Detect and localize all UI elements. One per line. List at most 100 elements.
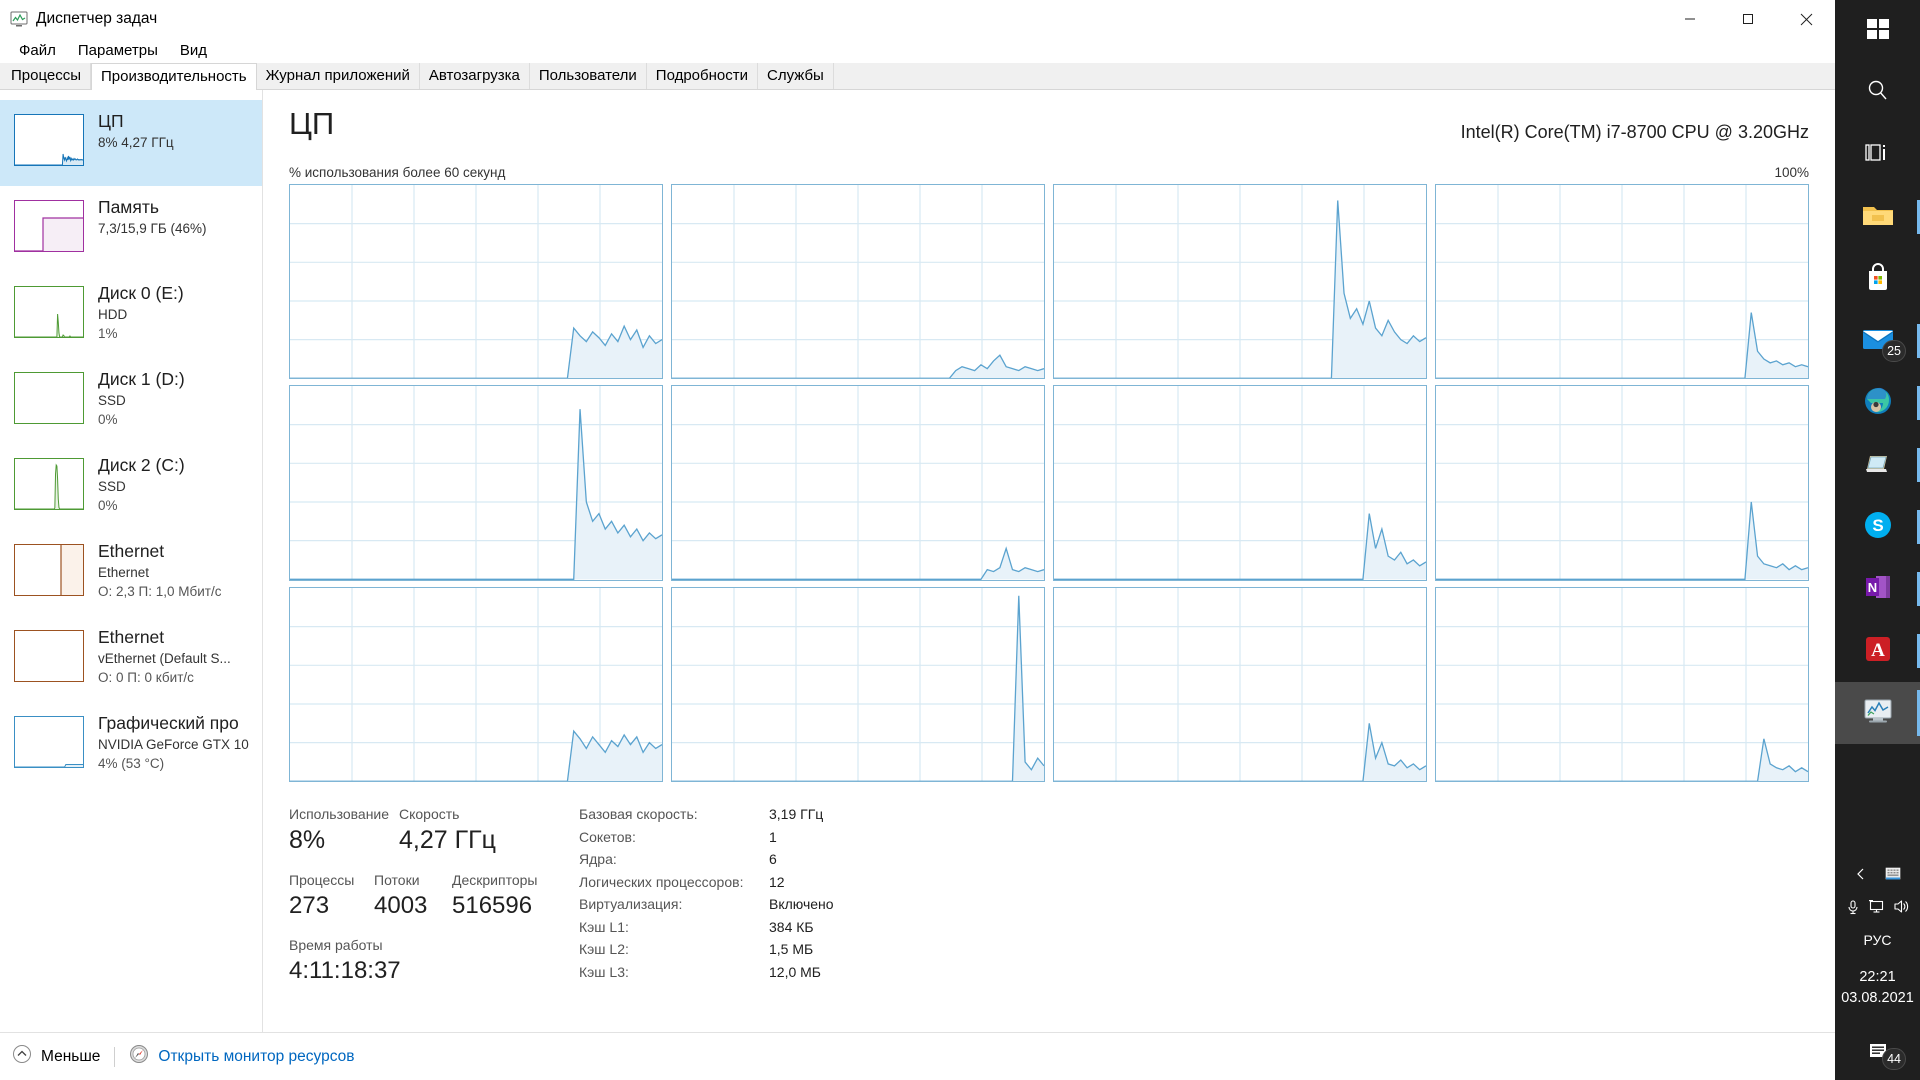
logical-processor-11[interactable] [1435, 586, 1809, 782]
sidebar-sub1-disk-2: SSD [98, 478, 126, 494]
spec-key: Кэш L3: [579, 963, 629, 980]
stat-processes-label: Процессы [289, 872, 355, 889]
clock[interactable]: 22:21 03.08.2021 [1835, 957, 1920, 1023]
sidebar-thumb-disk-1 [14, 372, 84, 424]
logical-processor-3[interactable] [1435, 184, 1809, 380]
sidebar-item-disk-1[interactable]: Диск 1 (D:) SSD 0% [0, 358, 262, 444]
stat-threads-value: 4003 [374, 892, 428, 920]
tab-users[interactable]: Пользователи [529, 63, 647, 89]
taskbar-file-explorer[interactable] [1835, 186, 1920, 248]
stat-processes: Процессы 273 [289, 870, 374, 921]
cpu-spec-list: Базовая скорость: 3,19 ГГц Сокетов: 1 Ядра: 6… [579, 804, 1809, 1032]
speaker-icon[interactable] [1893, 898, 1910, 915]
stat-speed-label: Скорость [399, 806, 460, 822]
logical-processor-0[interactable] [289, 184, 663, 380]
tab-processes[interactable]: Процессы [2, 63, 92, 89]
taskbar-start-button[interactable] [1835, 0, 1920, 62]
graph-max-label: 100% [1774, 165, 1809, 180]
logical-processor-5[interactable] [671, 385, 1045, 581]
sidebar-item-gpu[interactable]: Графический про NVIDIA GeForce GTX 10 4% (… [0, 702, 262, 788]
sidebar-title-vethernet: Ethernet [98, 627, 165, 647]
display-icon[interactable] [1868, 898, 1885, 915]
sidebar-item-memory[interactable]: Память 7,3/15,9 ГБ (46%) [0, 186, 262, 272]
sidebar-item-disk-0[interactable]: Диск 0 (E:) HDD 1% [0, 272, 262, 358]
taskbar-mail[interactable]: 25 [1835, 310, 1920, 372]
logical-processor-10[interactable] [1053, 586, 1427, 782]
taskbar-skype[interactable]: S [1835, 496, 1920, 558]
sidebar-title-cpu: ЦП [98, 111, 124, 131]
taskbar-task-manager[interactable] [1835, 682, 1920, 744]
tab-app-history[interactable]: Журнал приложений [256, 63, 420, 89]
maximize-button[interactable] [1719, 0, 1777, 38]
logical-processor-1[interactable] [671, 184, 1045, 380]
taskbar-microsoft-store[interactable] [1835, 248, 1920, 310]
spec-row: Кэш L3: 12,0 МБ [579, 964, 1809, 980]
stat-row-usage-speed: Использование 8% Скорость 4,27 ГГц [289, 804, 579, 856]
tab-details[interactable]: Подробности [646, 63, 758, 89]
fewer-details-button[interactable]: Меньше [12, 1044, 100, 1069]
sidebar-item-cpu[interactable]: ЦП 8% 4,27 ГГц [0, 100, 262, 186]
action-center-button[interactable]: 44 [1835, 1022, 1920, 1080]
menu-item-view[interactable]: Вид [169, 39, 218, 62]
taskbar-task-view-button[interactable] [1835, 124, 1920, 186]
spec-value: 6 [769, 851, 777, 867]
sidebar-title-disk-0: Диск 0 (E:) [98, 283, 184, 303]
close-button[interactable] [1777, 0, 1835, 38]
open-resource-monitor-link[interactable]: Открыть монитор ресурсов [129, 1044, 355, 1069]
sidebar-thumb-disk-2 [14, 458, 84, 510]
menu-item-options[interactable]: Параметры [67, 39, 169, 62]
spec-key: Виртуализация: [579, 896, 683, 912]
logical-processor-9[interactable] [671, 586, 1045, 782]
logical-processor-2[interactable] [1053, 184, 1427, 380]
sidebar-item-vethernet[interactable]: Ethernet vEthernet (Default S... О: 0 П: 0… [0, 616, 262, 702]
task-view-icon [1864, 140, 1892, 171]
microphone-icon[interactable] [1845, 899, 1861, 915]
taskbar-microsoft-edge[interactable] [1835, 372, 1920, 434]
sidebar-sub1-vethernet: vEthernet (Default S... [98, 650, 231, 666]
sidebar-item-ethernet[interactable]: Ethernet Ethernet О: 2,3 П: 1,0 Мбит/с [0, 530, 262, 616]
spec-key: Ядра: [579, 851, 617, 867]
sidebar-sub1-ethernet: Ethernet [98, 564, 150, 580]
sidebar-title-disk-1: Диск 1 (D:) [98, 369, 185, 389]
tab-performance[interactable]: Производительность [91, 63, 257, 90]
stat-uptime: Время работы 4:11:18:37 [289, 935, 401, 986]
tab-startup[interactable]: Автозагрузка [419, 63, 530, 89]
taskbar-onenote[interactable]: N [1835, 558, 1920, 620]
spec-key: Базовая скорость: [579, 806, 698, 822]
store-bag-icon [1863, 262, 1893, 297]
taskbar-adobe-acrobat[interactable]: A [1835, 620, 1920, 682]
spec-value: 12,0 МБ [769, 963, 821, 980]
language-indicator[interactable]: РУС [1835, 923, 1920, 957]
taskbar-search-button[interactable] [1835, 62, 1920, 124]
logical-processor-8[interactable] [289, 586, 663, 782]
title-bar: Диспетчер задач [0, 0, 1835, 38]
window-body: ЦП 8% 4,27 ГГц Память 7,3/15,9 ГБ (46%) Диск… [0, 90, 1835, 1032]
logical-processor-4[interactable] [289, 385, 663, 581]
sidebar-sub1-gpu: NVIDIA GeForce GTX 10 [98, 736, 249, 752]
menu-item-file[interactable]: Файл [8, 39, 67, 62]
sidebar-sub1-disk-1: SSD [98, 392, 126, 408]
graph-caption: % использования более 60 секунд [289, 165, 506, 180]
edge-icon [1863, 386, 1893, 421]
folder-icon [1861, 201, 1895, 234]
taskbar-sticky-notes[interactable] [1835, 434, 1920, 496]
stat-row-uptime: Время работы 4:11:18:37 [289, 935, 579, 986]
sidebar-item-disk-2[interactable]: Диск 2 (C:) SSD 0% [0, 444, 262, 530]
stats-area: Использование 8% Скорость 4,27 ГГц Проце… [289, 804, 1809, 1032]
keyboard-icon[interactable] [1884, 865, 1902, 883]
tab-strip: Процессы Производительность Журнал прило… [0, 63, 1835, 90]
stat-uptime-value: 4:11:18:37 [289, 957, 401, 985]
tab-services[interactable]: Службы [757, 63, 834, 89]
minimize-button[interactable] [1661, 0, 1719, 38]
spec-value: 1,5 МБ [769, 941, 814, 957]
notes-icon [1863, 449, 1893, 482]
svg-text:N: N [1867, 580, 1876, 595]
resource-sidebar[interactable]: ЦП 8% 4,27 ГГц Память 7,3/15,9 ГБ (46%) Диск… [0, 90, 263, 1032]
logical-processor-grid[interactable] [289, 184, 1809, 782]
chevron-left-icon[interactable] [1853, 866, 1869, 882]
logical-processor-6[interactable] [1053, 385, 1427, 581]
stat-processes-value: 273 [289, 892, 330, 920]
logical-processor-7[interactable] [1435, 385, 1809, 581]
sidebar-title-gpu: Графический про [98, 713, 239, 733]
spec-value: 1 [769, 828, 777, 845]
